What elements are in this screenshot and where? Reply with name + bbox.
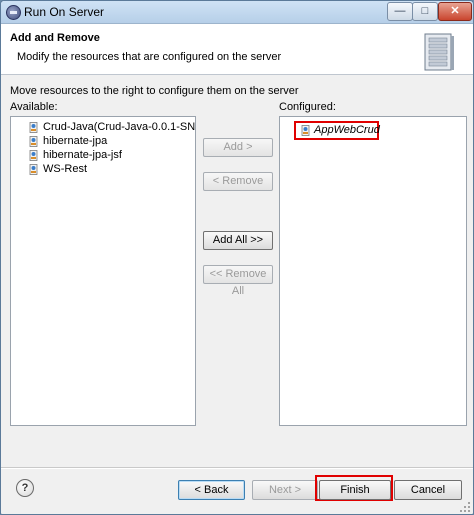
- footer-divider-highlight: [1, 468, 473, 469]
- maximize-button[interactable]: □: [412, 2, 438, 21]
- list-item-label: WS-Rest: [43, 163, 87, 175]
- list-item-label: hibernate-jpa-jsf: [43, 149, 122, 161]
- module-icon: [29, 150, 38, 161]
- remove-button[interactable]: < Remove: [203, 172, 273, 191]
- eclipse-app-icon: [6, 5, 21, 20]
- server-icon: [424, 33, 454, 71]
- title-bar: Run On Server — □ ✕: [1, 1, 473, 24]
- back-button[interactable]: < Back: [178, 480, 245, 500]
- next-button[interactable]: Next >: [252, 480, 318, 500]
- configured-label: Configured:: [279, 101, 336, 113]
- add-all-button[interactable]: Add All >>: [203, 231, 273, 250]
- page-description: Modify the resources that are configured…: [17, 51, 282, 63]
- minimize-button[interactable]: —: [387, 2, 413, 21]
- wizard-header: Add and Remove Modify the resources that…: [1, 24, 473, 75]
- instructions-text: Move resources to the right to configure…: [10, 85, 299, 97]
- remove-all-button[interactable]: << Remove All: [203, 265, 273, 297]
- configured-list[interactable]: AppWebCrud: [279, 116, 467, 426]
- page-title: Add and Remove: [10, 32, 100, 44]
- module-icon: [29, 122, 38, 133]
- module-icon: [29, 164, 38, 175]
- available-label: Available:: [10, 101, 58, 113]
- finish-button[interactable]: Finish: [319, 480, 391, 500]
- resize-grip-icon[interactable]: [459, 501, 471, 513]
- configured-item-label: AppWebCrud: [314, 124, 380, 136]
- add-button[interactable]: Add >: [203, 138, 273, 157]
- configured-item-appwebcrud[interactable]: AppWebCrud: [294, 121, 380, 140]
- list-item-label: hibernate-jpa: [43, 135, 108, 147]
- cancel-button[interactable]: Cancel: [394, 480, 462, 500]
- close-button[interactable]: ✕: [438, 2, 472, 21]
- module-icon: [301, 125, 310, 136]
- window-title: Run On Server: [24, 5, 105, 19]
- available-list[interactable]: Crud-Java(Crud-Java-0.0.1-SNAPSHO hibern…: [10, 116, 196, 426]
- run-on-server-dialog: Run On Server — □ ✕ Add and Remove Modif…: [0, 0, 474, 515]
- module-icon: [29, 136, 38, 147]
- list-item-label: Crud-Java(Crud-Java-0.0.1-SNAPSHO: [43, 121, 196, 133]
- help-icon[interactable]: ?: [16, 479, 34, 497]
